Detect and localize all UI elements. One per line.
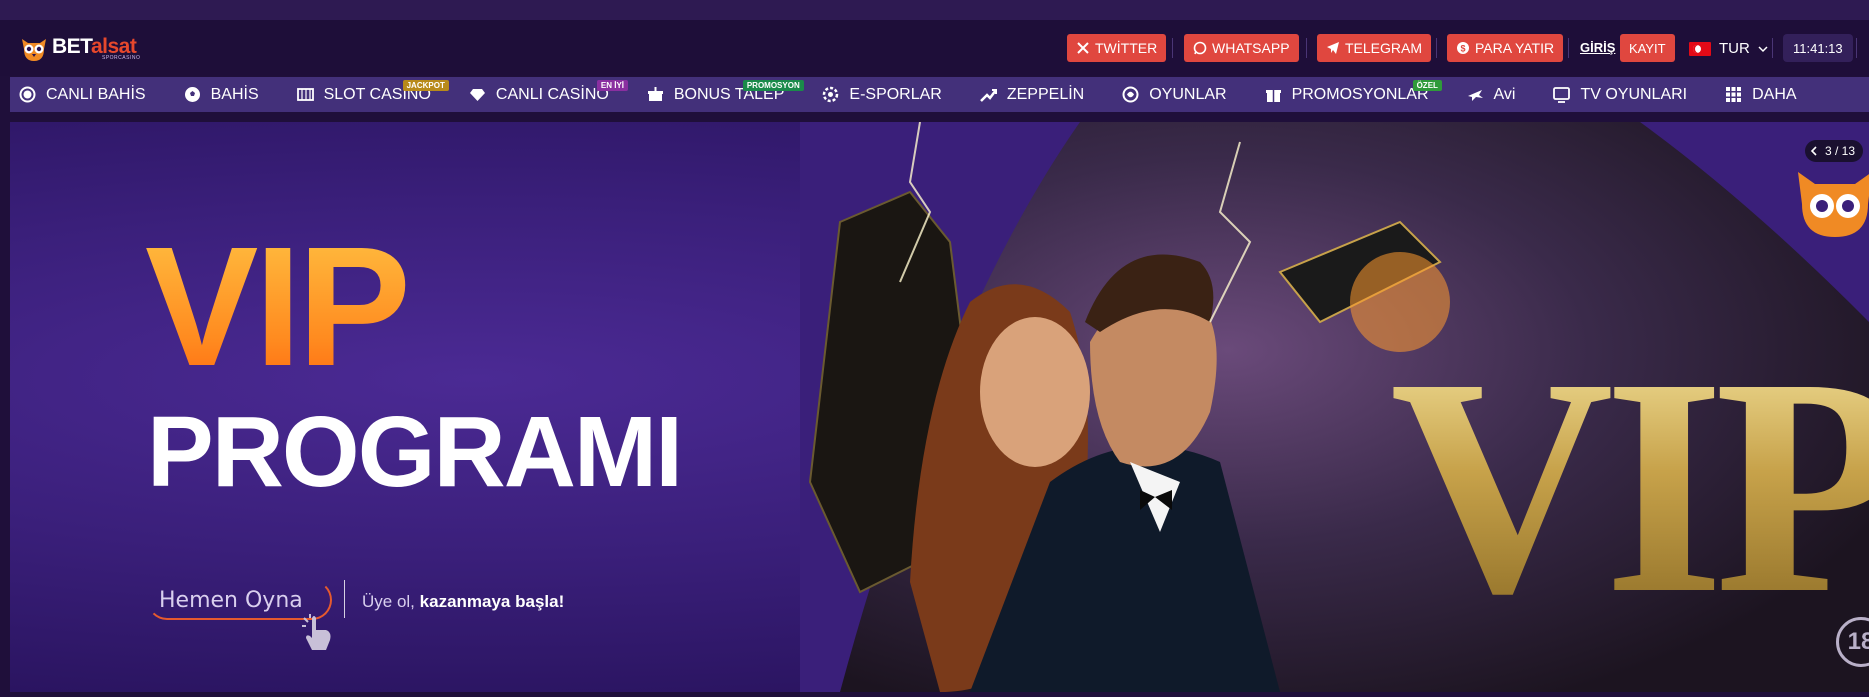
plane-icon: [1467, 90, 1483, 101]
hero-title-vip: VIP: [145, 212, 411, 402]
cta-divider: [344, 580, 345, 618]
divider: [1306, 38, 1307, 58]
gift-icon: [1265, 90, 1281, 102]
live-icon: [19, 86, 36, 103]
nav-item-more[interactable]: DAHA: [1725, 77, 1797, 112]
twitter-button[interactable]: TWİTTER: [1067, 34, 1167, 62]
coin-icon: $: [1457, 42, 1469, 54]
nav-item-avi[interactable]: Avi: [1467, 77, 1516, 112]
deposit-label: PARA YATIR: [1475, 40, 1555, 56]
owl-mascot-icon: [1798, 172, 1869, 237]
nav-label: CANLI BAHİS: [46, 85, 146, 103]
whatsapp-icon: [1193, 41, 1207, 55]
hero-title-program: PROGRAMI: [147, 396, 683, 508]
nav-label: OYUNLAR: [1149, 85, 1227, 103]
hero-banner[interactable]: VIP PROGRAMI Hemen Oyna Üye ol, kazanmay…: [10, 122, 1869, 692]
tv-icon: [1553, 87, 1571, 103]
nav-item-live-casino[interactable]: CANLI CASİNO EN İYİ: [469, 77, 629, 112]
soccer-ball-icon: [184, 87, 200, 102]
site-logo[interactable]: BETalsat SPORCASINO: [18, 31, 148, 67]
nav-item-esports[interactable]: E-SPORLAR: [822, 77, 942, 112]
clock: 11:41:13: [1783, 34, 1853, 62]
header: BETalsat SPORCASINO TWİTTER WHATSAPP TEL…: [0, 20, 1869, 76]
best-badge: EN İYİ: [596, 80, 629, 91]
x-twitter-icon: [1077, 42, 1089, 54]
slot-machine-icon: [296, 88, 314, 101]
signup-tagline: Üye ol, kazanmaya başla!: [362, 592, 564, 612]
divider: [1856, 38, 1857, 58]
divider: [1568, 38, 1569, 58]
nav-label: TV OYUNLARI: [1580, 85, 1688, 103]
turkey-flag-icon: [1689, 41, 1711, 56]
tagline-plain: Üye ol,: [362, 592, 415, 611]
slide-counter[interactable]: 3 / 13: [1805, 140, 1864, 162]
slide-counter-text: 3 / 13: [1825, 144, 1856, 158]
twitter-label: TWİTTER: [1095, 40, 1158, 56]
gift-cake-icon: [647, 87, 663, 101]
svg-text:$: $: [1460, 44, 1465, 54]
chevron-down-icon: [1758, 45, 1768, 52]
nav-label: CANLI CASİNO: [495, 85, 609, 103]
nav-item-games[interactable]: OYUNLAR: [1122, 77, 1227, 112]
telegram-icon: [1327, 42, 1339, 54]
nav-item-live-betting[interactable]: CANLI BAHİS: [19, 77, 146, 112]
top-strip: [0, 0, 1869, 20]
games-icon: [1122, 86, 1139, 103]
special-badge: ÖZEL: [1412, 80, 1442, 91]
deposit-button[interactable]: $ PARA YATIR: [1447, 34, 1564, 62]
whatsapp-button[interactable]: WHATSAPP: [1184, 34, 1299, 62]
main-nav: CANLI BAHİS BAHİS SLOT CASINO JACKPOT CA…: [10, 77, 1869, 112]
language-selector[interactable]: TUR: [1689, 40, 1768, 57]
register-button[interactable]: KAYIT: [1620, 34, 1675, 62]
esports-icon: [823, 86, 839, 103]
whatsapp-label: WHATSAPP: [1212, 40, 1290, 56]
promotion-badge: PROMOSYON: [742, 80, 804, 91]
divider: [1772, 38, 1773, 58]
nav-item-promotions[interactable]: PROMOSYONLAR ÖZEL: [1265, 77, 1442, 112]
divider: [1436, 38, 1437, 58]
nav-label: DAHA: [1752, 85, 1797, 103]
nav-item-betting[interactable]: BAHİS: [184, 77, 259, 112]
nav-item-bonus-request[interactable]: BONUS TALEP PROMOSYON: [647, 77, 804, 112]
nav-label: E-SPORLAR: [849, 85, 942, 103]
pointer-hand-icon: [302, 614, 331, 650]
grid-icon: [1726, 87, 1742, 102]
nav-item-slot-casino[interactable]: SLOT CASINO JACKPOT: [296, 77, 449, 112]
nav-label: BAHİS: [210, 85, 259, 103]
nav-label: ZEPPELİN: [1006, 85, 1085, 103]
nav-item-zeppelin[interactable]: ZEPPELİN: [979, 77, 1085, 112]
owl-logo-icon: [22, 39, 46, 61]
jackpot-badge: JACKPOT: [402, 80, 449, 91]
nav-label: PROMOSYONLAR: [1291, 85, 1429, 103]
login-link[interactable]: GİRİŞ: [1580, 40, 1615, 55]
language-label: TUR: [1719, 40, 1750, 57]
hero-gold-vip: VIP: [1390, 332, 1869, 642]
chevron-left-icon[interactable]: [1809, 146, 1819, 156]
telegram-button[interactable]: TELEGRAM: [1317, 34, 1432, 62]
telegram-label: TELEGRAM: [1345, 40, 1423, 56]
divider: [1172, 38, 1173, 58]
nav-item-tv-games[interactable]: TV OYUNLARI: [1553, 77, 1687, 112]
logo-subtitle: SPORCASINO: [102, 55, 141, 61]
nav-label: Avi: [1493, 85, 1516, 103]
diamond-icon: [469, 89, 485, 101]
tagline-bold: kazanmaya başla!: [419, 592, 565, 611]
zeppelin-icon: [979, 89, 997, 102]
